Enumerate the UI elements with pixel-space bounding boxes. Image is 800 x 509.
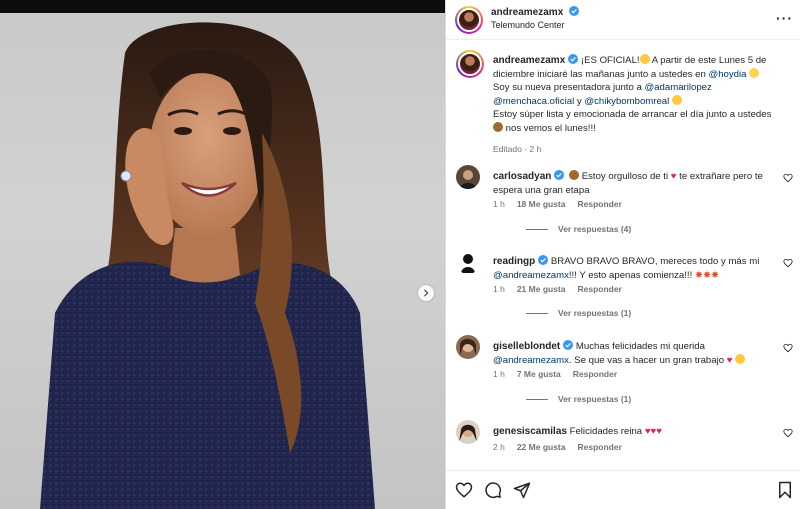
star-struck-emoji-icon: [639, 54, 650, 64]
author-name-row: andreamezamx: [491, 6, 579, 18]
like-comment-heart-icon[interactable]: [783, 258, 793, 268]
commenter-username[interactable]: giselleblondet: [493, 341, 560, 352]
comment-time: 1 h: [493, 199, 505, 209]
post-location[interactable]: Telemundo Center: [491, 20, 565, 30]
author-avatar[interactable]: [455, 6, 483, 34]
caption-avatar[interactable]: [456, 50, 484, 78]
view-replies-button[interactable]: Ver respuestas (4): [526, 224, 631, 234]
post-action-bar: [446, 470, 800, 509]
commenter-username[interactable]: readingp: [493, 256, 535, 267]
verified-badge-icon: [538, 255, 549, 265]
commenter-username[interactable]: carlosadyan: [493, 171, 551, 182]
caption-line1: ¡ES OFICIAL!: [580, 55, 640, 66]
comment-text-post: !!! Y esto apenas comienza!!!: [568, 270, 695, 281]
comment-meta: 1 h 21 Me gusta Responder: [493, 284, 634, 294]
like-comment-heart-icon[interactable]: [783, 428, 793, 438]
comment-meta: 2 h 22 Me gusta Responder: [493, 442, 634, 452]
commenter-username[interactable]: genesiscamilas: [493, 426, 567, 437]
reply-button[interactable]: Responder: [573, 369, 617, 379]
mention-hoydia[interactable]: @hoydia: [708, 69, 746, 80]
caption-username[interactable]: andreamezamx: [493, 55, 565, 66]
comment-text: readingp BRAVO BRAVO BRAVO, mereces todo…: [493, 255, 783, 283]
caption-meta: Editado · 2 h: [493, 144, 542, 154]
sun-emoji-icon: [749, 67, 760, 78]
comment-text-pre: Estoy orgulloso de ti: [579, 171, 671, 182]
comment-time: 1 h: [493, 284, 505, 294]
view-replies-button[interactable]: Ver respuestas (1): [526, 394, 631, 404]
mention-andreamezamx[interactable]: @andreamezamx: [493, 270, 569, 281]
comment-text: carlosadyan Estoy orgulloso de ti ♥ te e…: [493, 170, 783, 198]
people-emoji-icon: [569, 170, 580, 180]
author-username[interactable]: andreamezamx: [491, 7, 563, 18]
commenter-avatar[interactable]: [456, 420, 480, 444]
next-photo-button[interactable]: [417, 284, 435, 302]
comment-icon[interactable]: [484, 481, 502, 499]
commenter-avatar[interactable]: [456, 250, 480, 274]
comment-likes[interactable]: 7 Me gusta: [517, 369, 561, 379]
instagram-post-view: andreamezamx Telemundo Center ··· andrea…: [0, 0, 800, 509]
comment-text-pre: BRAVO BRAVO BRAVO, mereces todo y más mi: [550, 256, 760, 267]
kiss-emoji-icon: [735, 354, 746, 364]
comment-time: 1 h: [493, 369, 505, 379]
comment-text: giselleblondet Muchas felicidades mi que…: [493, 340, 783, 368]
smiling-hearts-emoji-icon: [671, 94, 682, 105]
more-options-icon[interactable]: ···: [776, 10, 793, 26]
comment-meta: 1 h 7 Me gusta Responder: [493, 369, 629, 379]
reply-button[interactable]: Responder: [577, 284, 621, 294]
view-replies-button[interactable]: Ver respuestas (1): [526, 308, 631, 318]
fire-emoji-icon: ✸✸✸: [694, 270, 720, 281]
caption-line3-end: nos vemos el lunes!!!: [503, 122, 596, 134]
red-heart-emoji-icon: ♥: [726, 355, 733, 366]
comment-text-post: . Se que vas a hacer un gran trabajo: [568, 355, 727, 366]
post-media[interactable]: [0, 0, 445, 509]
mention-chikybombomreal[interactable]: @chikybombomreal: [584, 96, 669, 107]
people-emoji-icon: [493, 121, 503, 132]
comment-likes[interactable]: 21 Me gusta: [517, 284, 566, 294]
reply-button[interactable]: Responder: [577, 442, 621, 452]
mention-menchaca[interactable]: @menchaca.oficial: [493, 96, 574, 107]
bookmark-icon[interactable]: [776, 481, 794, 499]
verified-badge-icon: [568, 6, 579, 16]
comment-time: 2 h: [493, 442, 505, 452]
verified-badge-icon: [568, 54, 579, 64]
post-photo: [0, 13, 445, 509]
red-hearts-emoji-icon: ♥♥♥: [644, 426, 662, 437]
comment-text-pre: Muchas felicidades mi querida: [575, 341, 705, 352]
mention-adamarilopez[interactable]: @adamarilopez: [644, 82, 711, 93]
post-sidebar: andreamezamx Telemundo Center ··· andrea…: [445, 0, 800, 509]
verified-badge-icon: [554, 170, 565, 180]
comment-text-pre: Felicidades reina: [569, 426, 645, 437]
caption-line2: Soy su nueva presentadora junto a: [493, 82, 645, 93]
mention-andreamezamx[interactable]: @andreamezamx: [493, 355, 569, 366]
caption-text: andreamezamx ¡ES OFICIAL! A partir de es…: [493, 54, 789, 157]
reply-button[interactable]: Responder: [577, 199, 621, 209]
portrait-image: [40, 22, 375, 509]
comment-likes[interactable]: 18 Me gusta: [517, 199, 566, 209]
like-comment-heart-icon[interactable]: [783, 343, 793, 353]
post-header: andreamezamx Telemundo Center ···: [446, 0, 800, 40]
caption-line3: Estoy súper lista y emocionada de arranc…: [493, 109, 772, 120]
commenter-avatar[interactable]: [456, 335, 480, 359]
comment-likes[interactable]: 22 Me gusta: [517, 442, 566, 452]
caption-and: y: [574, 95, 585, 107]
share-icon[interactable]: [513, 481, 531, 499]
like-comment-heart-icon[interactable]: [783, 173, 793, 183]
comment-text: genesiscamilas Felicidades reina ♥♥♥: [493, 425, 783, 439]
chevron-right-icon: [423, 289, 429, 297]
verified-badge-icon: [563, 340, 574, 350]
comment-meta: 1 h 18 Me gusta Responder: [493, 199, 634, 209]
commenter-avatar[interactable]: [456, 165, 480, 189]
heart-icon[interactable]: [455, 481, 473, 499]
